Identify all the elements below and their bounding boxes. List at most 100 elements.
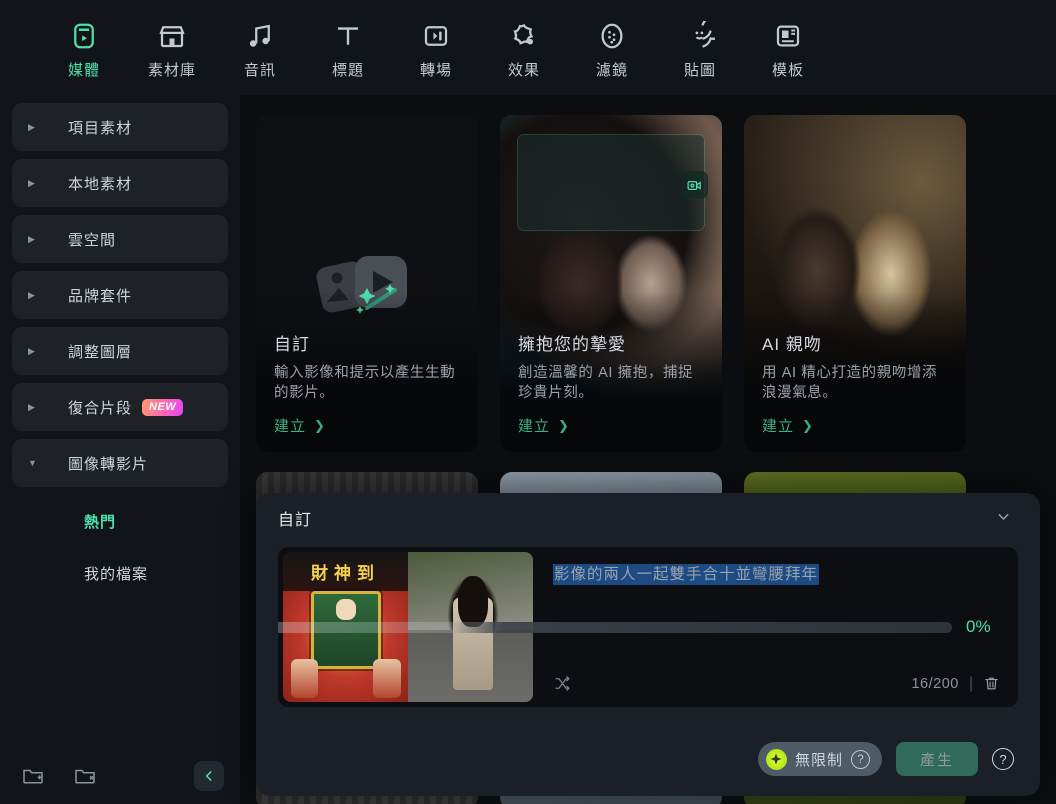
- sidebar-item-image-to-video[interactable]: ▼ 圖像轉影片: [12, 439, 228, 487]
- card-description: 用 AI 精心打造的親吻增添浪漫氣息。: [762, 364, 938, 402]
- unlimited-help-question-mark-icon[interactable]: ?: [851, 749, 870, 769]
- custom-generation-panel: 自訂 財神到 影像的兩人一起雙手合十並彎腰拜年 0% 16/200 | 無限制 …: [256, 493, 1040, 796]
- prompt-right-column: 影像的兩人一起雙手合十並彎腰拜年 0% 16/200 |: [278, 547, 1018, 707]
- shuffle-icon[interactable]: [553, 674, 572, 693]
- sidebar-item-brand-kit[interactable]: ▶ 品牌套件: [12, 271, 228, 319]
- character-counter: 16/200: [911, 675, 959, 692]
- sidebar-item-compound-clip[interactable]: ▶ 復合片段 NEW: [12, 383, 228, 431]
- panel-footer-actions: 無限制 ? 產生 ?: [256, 722, 1040, 796]
- template-card-custom[interactable]: 自訂 輸入影像和提示以產生生動的影片。 建立 ❯: [256, 115, 478, 452]
- template-card-hug[interactable]: 擁抱您的摯愛 創造溫馨的 AI 擁抱，捕捉珍貴片刻。 建立 ❯: [500, 115, 722, 452]
- chevron-right-icon: ▶: [28, 233, 35, 244]
- nav-tab-transition-label: 轉場: [419, 62, 452, 79]
- thumbnail-child-left: [290, 658, 318, 698]
- folder-add-icon[interactable]: [16, 759, 50, 793]
- sidebar-item-cloud-space-label: 雲空間: [68, 231, 117, 249]
- prompt-footer: 16/200 |: [553, 674, 1000, 693]
- trash-icon[interactable]: [983, 675, 1000, 692]
- nav-tab-audio[interactable]: 音訊: [216, 20, 304, 80]
- card-description: 創造溫馨的 AI 擁抱，捕捉珍貴片刻。: [518, 364, 694, 402]
- card-title: AI 親吻: [762, 334, 822, 354]
- template-icon: [772, 20, 804, 52]
- card-create-link[interactable]: 建立 ❯: [518, 415, 708, 436]
- nav-tab-audio-label: 音訊: [243, 62, 276, 79]
- title-text-icon: [332, 20, 364, 52]
- media-icon: [68, 20, 100, 52]
- sidebar-item-project-media[interactable]: ▶ 項目素材: [12, 103, 228, 151]
- stock-library-icon: [156, 20, 188, 52]
- nav-tab-filter[interactable]: 濾鏡: [568, 20, 656, 80]
- sidebar-item-brand-kit-label: 品牌套件: [68, 287, 133, 305]
- progress-percent-label: 0%: [966, 617, 991, 636]
- nav-tab-sticker[interactable]: 貼圖: [656, 20, 744, 80]
- nav-tab-transition[interactable]: 轉場: [392, 20, 480, 80]
- nav-tab-filter-label: 濾鏡: [595, 62, 628, 79]
- panel-header: 自訂: [256, 493, 1040, 543]
- sidebar-item-local-media[interactable]: ▶ 本地素材: [12, 159, 228, 207]
- chevron-right-icon: ▶: [28, 401, 35, 412]
- sidebar-item-compound-clip-label: 復合片段: [68, 399, 133, 417]
- prompt-editor[interactable]: 財神到 影像的兩人一起雙手合十並彎腰拜年 0% 16/200 |: [278, 547, 1018, 707]
- nav-tab-media-label: 媒體: [67, 62, 100, 79]
- card-title: 自訂: [274, 334, 310, 354]
- sidebar-subitem-my-files-label: 我的檔案: [84, 565, 149, 583]
- nav-tab-stock-library[interactable]: 素材庫: [128, 20, 216, 80]
- sticker-icon: [684, 20, 716, 52]
- thumbnail-caption: 財神到: [283, 552, 408, 591]
- panel-title: 自訂: [278, 512, 313, 529]
- nav-tab-template-label: 模板: [771, 62, 804, 79]
- chevron-right-icon: ▶: [28, 177, 35, 188]
- card-create-label: 建立: [518, 418, 551, 435]
- progress-bar-track: [278, 621, 952, 633]
- filter-icon: [596, 20, 628, 52]
- vertical-divider: |: [968, 674, 973, 692]
- sidebar-subitem-popular[interactable]: 熱門: [12, 495, 228, 547]
- sidebar-item-local-media-label: 本地素材: [68, 175, 133, 193]
- new-badge: NEW: [142, 398, 184, 416]
- sidebar-collapse-button[interactable]: [194, 761, 224, 791]
- nav-tab-media[interactable]: 媒體: [40, 20, 128, 80]
- sidebar-item-adjustment-layer-label: 調整圖層: [68, 343, 133, 361]
- card-create-label: 建立: [762, 418, 795, 435]
- chevron-down-icon: ▼: [28, 457, 37, 468]
- card-title: 擁抱您的摯愛: [518, 334, 626, 354]
- generation-progress: 0%: [278, 617, 1018, 637]
- sidebar-item-adjustment-layer[interactable]: ▶ 調整圖層: [12, 327, 228, 375]
- nav-tab-effects[interactable]: 效果: [480, 20, 568, 80]
- chevron-right-icon: ❯: [802, 417, 814, 433]
- nav-tab-title[interactable]: 標題: [304, 20, 392, 80]
- sidebar-item-project-media-label: 項目素材: [68, 119, 133, 137]
- effects-icon: [508, 20, 540, 52]
- unlimited-credits-pill[interactable]: 無限制 ?: [757, 742, 882, 776]
- folder-remove-icon[interactable]: [68, 759, 102, 793]
- audio-icon: [244, 20, 276, 52]
- sidebar-subitem-my-files[interactable]: 我的檔案: [12, 547, 228, 599]
- nav-tab-sticker-label: 貼圖: [683, 62, 716, 79]
- prompt-text-input[interactable]: 影像的兩人一起雙手合十並彎腰拜年: [553, 564, 820, 585]
- chevron-right-icon: ▶: [28, 289, 35, 300]
- chevron-right-icon: ❯: [314, 417, 326, 433]
- template-card-ai-kiss[interactable]: AI 親吻 用 AI 精心打造的親吻增添浪漫氣息。 建立 ❯: [744, 115, 966, 452]
- chevron-right-icon: ▶: [28, 121, 35, 132]
- sidebar-item-cloud-space[interactable]: ▶ 雲空間: [12, 215, 228, 263]
- thumbnail-child-right: [373, 658, 401, 698]
- generate-help-question-mark-icon[interactable]: ?: [992, 748, 1014, 770]
- transition-icon: [420, 20, 452, 52]
- sidebar-item-image-to-video-label: 圖像轉影片: [68, 455, 149, 473]
- nav-tab-title-label: 標題: [331, 62, 364, 79]
- card-text-block: 自訂 輸入影像和提示以產生生動的影片。 建立 ❯: [274, 330, 464, 436]
- card-create-label: 建立: [274, 418, 307, 435]
- panel-collapse-chevron-down-icon[interactable]: [989, 504, 1018, 532]
- unlimited-label: 無限制: [794, 751, 843, 769]
- video-share-icon[interactable]: [680, 171, 708, 199]
- nav-tab-stock-library-label: 素材庫: [147, 62, 196, 79]
- chevron-right-icon: ❯: [558, 417, 570, 433]
- sidebar-subitem-popular-label: 熱門: [84, 513, 117, 531]
- card-create-link[interactable]: 建立 ❯: [274, 415, 464, 436]
- card-create-link[interactable]: 建立 ❯: [762, 415, 952, 436]
- nav-tab-template[interactable]: 模板: [744, 20, 832, 80]
- generate-button[interactable]: 產生: [896, 742, 978, 776]
- app-root: 媒體 素材庫 音訊 標題 轉場 效果 濾鏡 貼圖 模板 ▶ 項目素材 ▶ 本地素…: [0, 0, 1056, 804]
- sparkle-icon: [765, 748, 787, 770]
- top-navigation-bar: 媒體 素材庫 音訊 標題 轉場 效果 濾鏡 貼圖 模板: [0, 0, 1056, 95]
